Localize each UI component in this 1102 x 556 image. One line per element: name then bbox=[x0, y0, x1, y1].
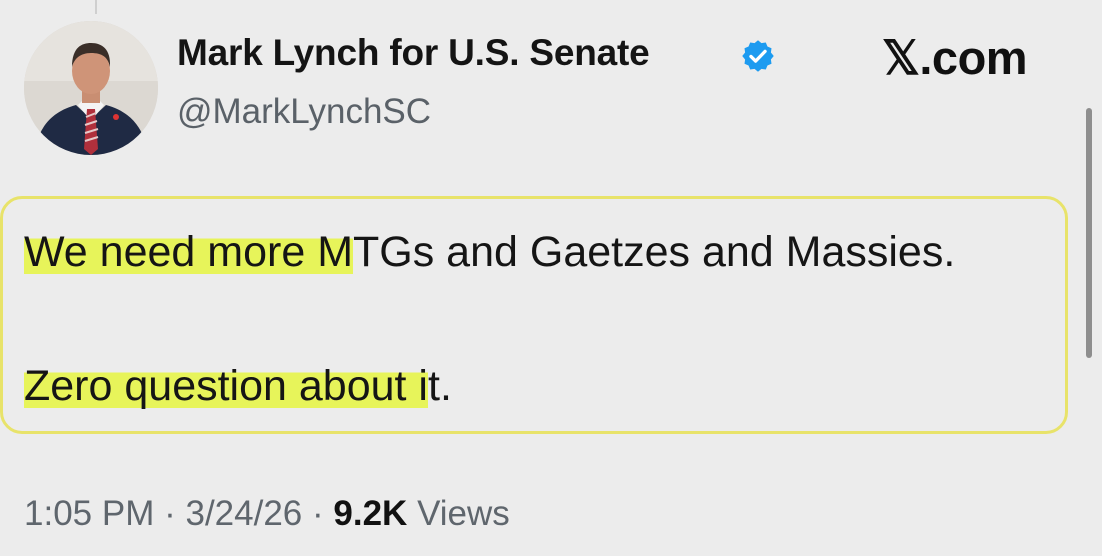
tweet-text-line-1: We need more MTGs and Gaetzes and Massie… bbox=[24, 228, 955, 277]
separator: · bbox=[312, 494, 324, 533]
x-logo: 𝕏.com bbox=[882, 30, 1028, 86]
verified-badge-icon bbox=[742, 40, 774, 72]
highlighted-text: Zero question about i bbox=[24, 362, 428, 410]
views-label: Views bbox=[417, 494, 510, 533]
scrollbar-thumb[interactable] bbox=[1086, 108, 1092, 358]
author-handle[interactable]: @MarkLynchSC bbox=[177, 92, 431, 132]
views-count: 9.2K bbox=[333, 494, 408, 533]
author-name[interactable]: Mark Lynch for U.S. Senate bbox=[177, 32, 650, 74]
tweet-date[interactable]: 3/24/26 bbox=[185, 494, 302, 533]
tweet-text-line-2: Zero question about it. bbox=[24, 362, 452, 411]
separator: · bbox=[164, 494, 176, 533]
avatar-photo bbox=[24, 21, 158, 155]
x-logo-icon: 𝕏 bbox=[882, 31, 920, 84]
tweet-text: TGs and Gaetzes and Massies. bbox=[353, 228, 956, 276]
tweet-text: t. bbox=[428, 362, 452, 410]
tweet-time[interactable]: 1:05 PM bbox=[24, 494, 154, 533]
thread-line bbox=[95, 0, 97, 14]
avatar[interactable] bbox=[24, 21, 158, 155]
tweet-meta: 1:05 PM · 3/24/26 · 9.2K Views bbox=[24, 494, 510, 534]
x-logo-domain: .com bbox=[919, 31, 1028, 84]
highlighted-text: We need more M bbox=[24, 228, 354, 276]
